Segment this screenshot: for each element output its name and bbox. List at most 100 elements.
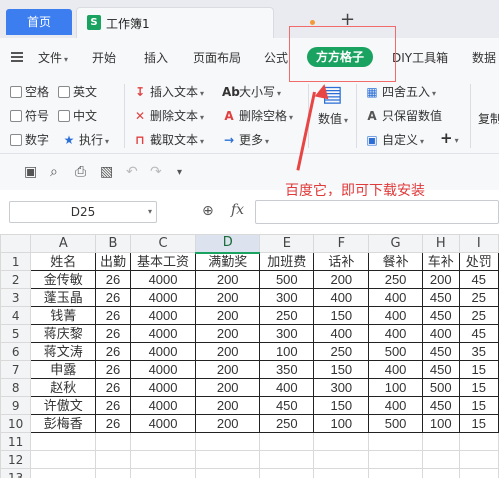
cell[interactable]: 250 — [313, 342, 370, 361]
cell[interactable]: 200 — [195, 270, 261, 289]
cell[interactable] — [129, 432, 197, 451]
tab-workbook[interactable]: S 工作簿1 — [76, 7, 274, 38]
cell[interactable] — [458, 450, 499, 469]
cell[interactable]: 100 — [313, 414, 370, 433]
cell[interactable]: 蒋文涛 — [30, 342, 97, 361]
cell[interactable]: 45 — [458, 270, 499, 289]
cell[interactable]: 100 — [421, 414, 460, 433]
cell[interactable]: 赵秋 — [30, 378, 97, 397]
execute-button[interactable]: ★ 执行 ▾ — [62, 131, 109, 148]
cell[interactable]: 150 — [313, 396, 370, 415]
formula-input[interactable] — [255, 200, 499, 224]
cell[interactable]: 500 — [259, 270, 315, 289]
cell[interactable]: 35 — [458, 342, 499, 361]
menu-diy-toolbox[interactable]: DIY工具箱 — [392, 49, 448, 66]
column-header-c[interactable]: C — [129, 234, 197, 253]
cell[interactable]: 500 — [368, 342, 423, 361]
menu-formula[interactable]: 公式 — [264, 49, 288, 66]
cell[interactable]: 350 — [259, 360, 315, 379]
row-header[interactable]: 3 — [0, 288, 32, 307]
cell[interactable]: 200 — [195, 324, 261, 343]
row-header[interactable]: 4 — [0, 306, 32, 325]
cell[interactable]: 26 — [95, 324, 131, 343]
row-header[interactable]: 13 — [0, 468, 32, 478]
column-header-f[interactable]: F — [313, 234, 370, 253]
cell[interactable] — [30, 468, 97, 478]
cell[interactable]: 26 — [95, 342, 131, 361]
round-button[interactable]: ▦ 四舍五入 ▾ — [365, 83, 436, 100]
extract-text-button[interactable]: ⊓ 截取文本 ▾ — [133, 131, 204, 148]
save-icon[interactable]: ▣ — [24, 164, 37, 180]
cell[interactable]: 150 — [313, 360, 370, 379]
cell[interactable]: 400 — [368, 288, 423, 307]
redo-icon[interactable]: ↷ — [150, 164, 162, 180]
cell[interactable] — [259, 450, 315, 469]
cell[interactable] — [259, 468, 315, 478]
cell[interactable] — [421, 450, 460, 469]
row-header[interactable]: 8 — [0, 378, 32, 397]
cell[interactable] — [129, 450, 197, 469]
cell[interactable]: 4000 — [129, 270, 197, 289]
cell[interactable]: 200 — [313, 270, 370, 289]
cell[interactable]: 450 — [421, 396, 460, 415]
cell[interactable]: 300 — [313, 378, 370, 397]
cell[interactable]: 4000 — [129, 360, 197, 379]
cell[interactable]: 200 — [195, 306, 261, 325]
row-header[interactable]: 2 — [0, 270, 32, 289]
cell[interactable]: 基本工资 — [129, 252, 197, 271]
cell[interactable]: 钱菁 — [30, 306, 97, 325]
cell[interactable] — [421, 468, 460, 478]
row-header[interactable]: 10 — [0, 414, 32, 433]
cell[interactable]: 4000 — [129, 396, 197, 415]
keep-numeric-button[interactable]: A 只保留数值 — [365, 107, 442, 124]
cell[interactable]: 处罚 — [458, 252, 499, 271]
cell[interactable]: 4000 — [129, 306, 197, 325]
tab-home[interactable]: 首页 — [6, 9, 72, 35]
cell[interactable]: 400 — [259, 378, 315, 397]
cell[interactable]: 彭梅香 — [30, 414, 97, 433]
cell[interactable]: 蓬玉晶 — [30, 288, 97, 307]
menu-insert[interactable]: 插入 — [144, 49, 168, 66]
cell[interactable] — [95, 432, 131, 451]
cell[interactable]: 许傲文 — [30, 396, 97, 415]
cell[interactable]: 400 — [368, 306, 423, 325]
cell[interactable]: 26 — [95, 378, 131, 397]
cell[interactable] — [30, 432, 97, 451]
cell[interactable]: 26 — [95, 396, 131, 415]
cell[interactable]: 餐补 — [368, 252, 423, 271]
cell[interactable]: 15 — [458, 396, 499, 415]
cell[interactable] — [368, 432, 423, 451]
cell[interactable] — [313, 432, 370, 451]
cell[interactable]: 250 — [259, 306, 315, 325]
cell[interactable]: 蒋庆黎 — [30, 324, 97, 343]
print-icon[interactable]: ⎙ — [75, 164, 86, 180]
cell[interactable]: 200 — [195, 288, 261, 307]
checkbox-space[interactable]: 空格 — [10, 83, 49, 100]
cell[interactable]: 4000 — [129, 324, 197, 343]
cell[interactable]: 400 — [368, 324, 423, 343]
row-header[interactable]: 5 — [0, 324, 32, 343]
cell[interactable]: 4000 — [129, 342, 197, 361]
select-all-corner[interactable] — [0, 234, 32, 253]
format-painter-icon[interactable]: ⌕ — [50, 164, 58, 180]
cell[interactable] — [313, 450, 370, 469]
more-button[interactable]: → 更多 ▾ — [222, 131, 269, 148]
cell[interactable]: 15 — [458, 360, 499, 379]
fx-icon[interactable]: fx — [231, 202, 244, 218]
chevron-down-icon[interactable]: ▾ — [177, 167, 182, 178]
cell[interactable] — [129, 468, 197, 478]
cell[interactable] — [313, 468, 370, 478]
cell[interactable] — [368, 468, 423, 478]
cell[interactable]: 车补 — [421, 252, 460, 271]
row-header[interactable]: 11 — [0, 432, 32, 451]
cell[interactable]: 15 — [458, 378, 499, 397]
cell[interactable] — [458, 432, 499, 451]
cell[interactable]: 加班费 — [259, 252, 315, 271]
cell[interactable]: 姓名 — [30, 252, 97, 271]
menu-start[interactable]: 开始 — [92, 49, 116, 66]
custom-button[interactable]: ▣ 自定义 ▾ — [365, 131, 424, 148]
cell[interactable] — [195, 432, 261, 451]
cell[interactable] — [95, 450, 131, 469]
checkbox-english[interactable]: 英文 — [58, 83, 97, 100]
column-header-a[interactable]: A — [30, 234, 97, 253]
